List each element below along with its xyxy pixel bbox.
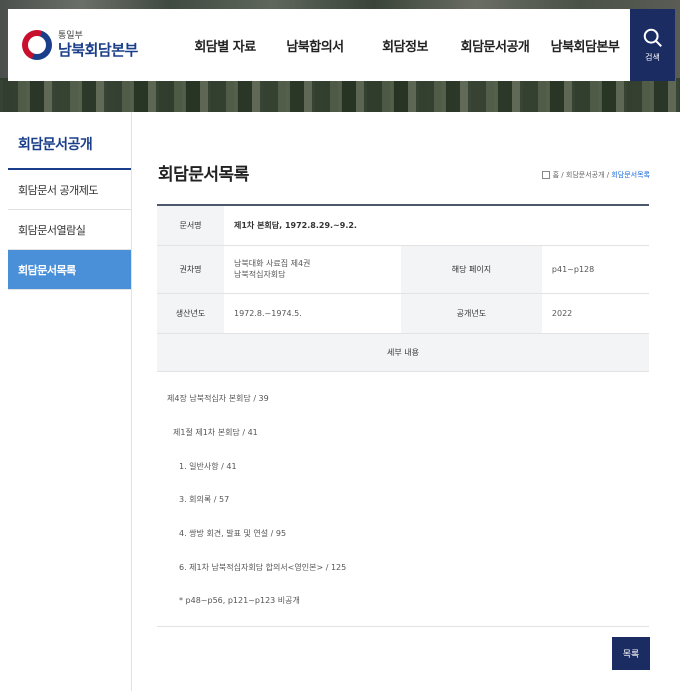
- list-item: * p48~p56, p121~p123 비공개: [179, 596, 300, 605]
- nav-item-agreements[interactable]: 남북합의서: [270, 36, 360, 55]
- breadcrumb: 홈 / 회담문서공개 / 회담문서목록: [541, 170, 650, 180]
- sidebar-item-doc-list[interactable]: 회담문서목록: [8, 250, 131, 290]
- table-row: 권차명 남북대화 사료집 제4권남북적십자회담 해당 페이지 p41~p128: [157, 245, 649, 294]
- taegeuk-logo-icon: [22, 30, 52, 60]
- volume-label: 권차명: [157, 245, 224, 294]
- volume-line2: 남북적십자회담: [234, 270, 286, 279]
- open-year-label: 공개년도: [400, 293, 542, 334]
- table-row: 생산년도 1972.8.~1974.5. 공개년도 2022: [157, 293, 649, 334]
- sidebar-item-disclosure-system[interactable]: 회담문서 공개제도: [8, 170, 131, 210]
- nav-item-talk-info[interactable]: 회담정보: [360, 36, 450, 55]
- doc-name-value: 제1차 본회담, 1972.8.29.~9.2.: [224, 205, 649, 246]
- site-logo[interactable]: 통일부 남북회담본부: [22, 30, 170, 60]
- list-button[interactable]: 목록: [612, 637, 650, 670]
- volume-value: 남북대화 사료집 제4권남북적십자회담: [224, 245, 401, 294]
- list-item: 1. 일반사항 / 41: [179, 462, 237, 471]
- breadcrumb-home[interactable]: 홈: [553, 170, 559, 180]
- produced-year-value: 1972.8.~1974.5.: [224, 293, 401, 334]
- detail-header: 세부 내용: [157, 333, 649, 372]
- top-navbar: 통일부 남북회담본부 회담별 자료 남북합의서 회담정보 회담문서공개 남북회담…: [8, 9, 630, 81]
- page-label: 해당 페이지: [400, 245, 542, 294]
- home-icon[interactable]: [541, 171, 550, 179]
- breadcrumb-parent[interactable]: 회담문서공개: [566, 170, 605, 180]
- search-icon: [643, 28, 662, 47]
- page-title: 회담문서목록: [158, 165, 249, 185]
- nav-item-doc-disclosure[interactable]: 회담문서공개: [450, 36, 540, 55]
- doc-name-label: 문서명: [157, 205, 224, 246]
- open-year-value: 2022: [541, 293, 649, 334]
- main-nav: 회담별 자료 남북합의서 회담정보 회담문서공개 남북회담본부: [180, 36, 630, 55]
- breadcrumb-current: 회담문서목록: [611, 171, 650, 179]
- breadcrumb-sep: /: [606, 171, 610, 179]
- breadcrumb-sep: /: [561, 171, 564, 179]
- sidebar-item-reading-room[interactable]: 회담문서열람실: [8, 210, 131, 250]
- document-info-table: 문서명 제1차 본회담, 1972.8.29.~9.2. 권차명 남북대화 사료…: [157, 204, 649, 372]
- detail-content: 제4장 남북적십자 본회담 / 39 제1절 제1차 본회담 / 41 1. 일…: [157, 370, 649, 627]
- list-item: 6. 제1차 남북적십자회담 합의서<영인본> / 125: [179, 563, 347, 572]
- nav-item-headquarters[interactable]: 남북회담본부: [540, 36, 630, 55]
- search-button[interactable]: 검색: [630, 9, 675, 81]
- search-label: 검색: [645, 53, 660, 62]
- list-item: 제1절 제1차 본회담 / 41: [173, 428, 258, 437]
- table-row: 세부 내용: [157, 333, 649, 372]
- table-row: 문서명 제1차 본회담, 1972.8.29.~9.2.: [157, 205, 649, 246]
- list-item: 3. 회의록 / 57: [179, 495, 230, 504]
- volume-line1: 남북대화 사료집 제4권: [234, 259, 311, 268]
- logo-title: 남북회담본부: [58, 41, 138, 59]
- produced-year-label: 생산년도: [157, 293, 224, 334]
- sidebar: 회담문서공개 회담문서 공개제도 회담문서열람실 회담문서목록: [8, 112, 132, 691]
- list-item: 4. 쌍방 회견, 발표 및 연설 / 95: [179, 529, 287, 538]
- nav-item-talk-materials[interactable]: 회담별 자료: [180, 36, 270, 55]
- logo-subtitle: 통일부: [58, 31, 83, 41]
- sidebar-title: 회담문서공개: [8, 112, 131, 170]
- list-item: 제4장 남북적십자 본회담 / 39: [167, 394, 269, 403]
- page-value: p41~p128: [541, 245, 649, 294]
- banner-trees: [0, 78, 680, 112]
